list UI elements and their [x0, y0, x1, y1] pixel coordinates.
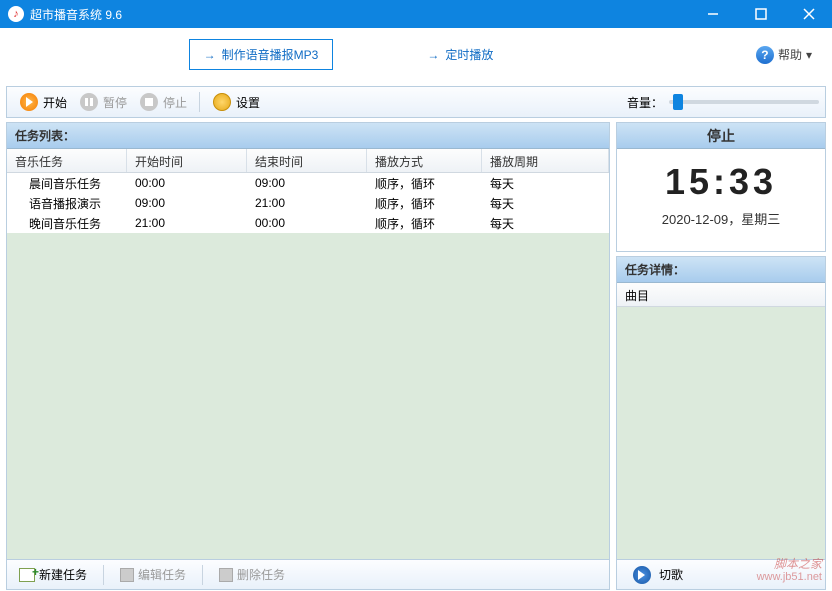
minimize-button[interactable]: [698, 0, 728, 28]
gear-icon: [213, 93, 231, 111]
details-panel: 任务详情： 曲目 切歌: [616, 256, 826, 590]
top-nav: → 制作语音播报MP3 → 定时播放 ? 帮助 ▾: [0, 28, 832, 82]
start-button[interactable]: 开始: [13, 90, 73, 114]
pause-label: 暂停: [103, 94, 127, 111]
clock-time: 15:33: [617, 161, 825, 203]
pause-icon: [80, 93, 98, 111]
new-task-label: 新建任务: [39, 566, 87, 583]
maximize-button[interactable]: [746, 0, 776, 28]
arrow-right-icon: →: [204, 48, 216, 62]
edit-icon: [120, 568, 134, 582]
table-row[interactable]: 语音播报演示09:0021:00顺序，循环每天: [7, 193, 609, 213]
task-grid-header: 音乐任务 开始时间 结束时间 播放方式 播放周期: [7, 149, 609, 173]
edit-task-label: 编辑任务: [138, 566, 186, 583]
col-name[interactable]: 音乐任务: [7, 149, 127, 172]
make-mp3-button[interactable]: → 制作语音播报MP3: [189, 39, 334, 70]
status-panel: 停止 15:33 2020-12-09，星期三: [616, 122, 826, 252]
skip-button[interactable]: 切歌: [627, 564, 689, 586]
help-icon: ?: [756, 46, 774, 64]
col-start[interactable]: 开始时间: [127, 149, 247, 172]
table-row[interactable]: 晨间音乐任务00:0009:00顺序，循环每天: [7, 173, 609, 193]
timed-play-label: 定时播放: [445, 46, 493, 63]
settings-button[interactable]: 设置: [206, 90, 266, 114]
separator: [199, 92, 200, 112]
skip-icon: [633, 566, 651, 584]
table-row[interactable]: 晚间音乐任务21:0000:00顺序，循环每天: [7, 213, 609, 233]
stop-icon: [140, 93, 158, 111]
volume-label: 音量：: [627, 94, 663, 111]
timed-play-button[interactable]: → 定时播放: [413, 40, 507, 69]
col-end[interactable]: 结束时间: [247, 149, 367, 172]
volume-thumb[interactable]: [673, 94, 683, 110]
settings-label: 设置: [236, 94, 260, 111]
new-task-button[interactable]: 新建任务: [13, 564, 93, 585]
toolbar: 开始 暂停 停止 设置 音量：: [6, 86, 826, 118]
chevron-down-icon: ▾: [806, 48, 812, 62]
track-list[interactable]: [617, 307, 825, 559]
skip-label: 切歌: [659, 566, 683, 583]
make-mp3-label: 制作语音播报MP3: [222, 46, 319, 63]
edit-task-button[interactable]: 编辑任务: [114, 564, 192, 585]
window-title: 超市播音系统 9.6: [30, 6, 698, 23]
stop-button[interactable]: 停止: [133, 90, 193, 114]
col-cycle[interactable]: 播放周期: [482, 149, 609, 172]
delete-icon: [219, 568, 233, 582]
track-column[interactable]: 曲目: [617, 283, 825, 307]
new-icon: [19, 568, 35, 582]
task-grid-body[interactable]: 晨间音乐任务00:0009:00顺序，循环每天语音播报演示09:0021:00顺…: [7, 173, 609, 559]
app-icon: ♪: [8, 6, 24, 22]
col-mode[interactable]: 播放方式: [367, 149, 482, 172]
start-label: 开始: [43, 94, 67, 111]
task-list-panel: 任务列表： 音乐任务 开始时间 结束时间 播放方式 播放周期 晨间音乐任务00:…: [6, 122, 610, 590]
play-icon: [20, 93, 38, 111]
close-button[interactable]: [794, 0, 824, 28]
title-bar: ♪ 超市播音系统 9.6: [0, 0, 832, 28]
delete-task-label: 删除任务: [237, 566, 285, 583]
arrow-right-icon: →: [427, 48, 439, 62]
clock-date: 2020-12-09，星期三: [617, 209, 825, 228]
volume-slider[interactable]: [669, 100, 819, 104]
delete-task-button[interactable]: 删除任务: [213, 564, 291, 585]
help-dropdown[interactable]: ? 帮助 ▾: [756, 46, 812, 64]
status-label: 停止: [617, 123, 825, 149]
task-buttons-bar: 新建任务 编辑任务 删除任务: [7, 559, 609, 589]
task-list-title: 任务列表：: [7, 123, 609, 149]
pause-button[interactable]: 暂停: [73, 90, 133, 114]
stop-label: 停止: [163, 94, 187, 111]
help-label: 帮助: [778, 46, 802, 63]
details-title: 任务详情：: [617, 257, 825, 283]
